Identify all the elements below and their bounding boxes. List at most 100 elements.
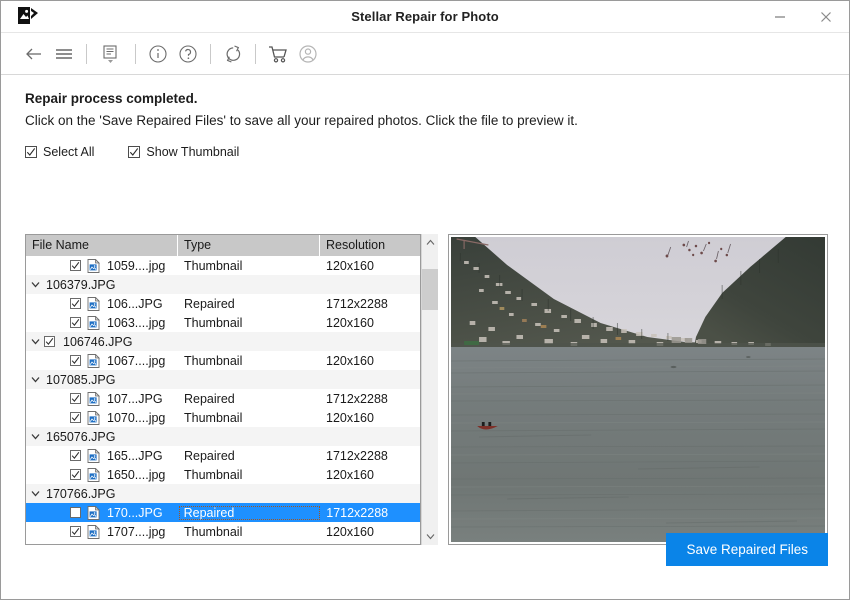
cell-type: Repaired [184,391,235,406]
table-group-row[interactable]: 106379.JPG [26,275,420,294]
table-row[interactable]: 1650....jpg Thumbnail 120x160 [26,465,420,484]
chevron-down-icon[interactable] [26,332,44,351]
row-file-name: 165...JPG [107,448,163,463]
minimize-button[interactable] [757,1,803,33]
cell-type: Thumbnail [184,258,243,273]
toolbar-divider-3 [210,43,211,64]
cell-type: Thumbnail [184,524,243,539]
cart-icon[interactable] [263,39,293,69]
options-row: Select All Show Thumbnail [25,145,825,159]
cell-file-name: 165076.JPG [26,427,178,446]
row-checkbox[interactable] [70,450,81,461]
cell-resolution: 1712x2288 [326,448,388,463]
cell-resolution: 120x160 [326,353,374,368]
toolbar-divider-4 [255,43,256,64]
row-file-name: 1070....jpg [107,410,166,425]
chevron-down-icon[interactable] [26,484,44,503]
row-checkbox[interactable] [70,526,81,537]
info-icon[interactable] [143,39,173,69]
cell-file-name: 106...JPG [26,296,178,311]
table-row[interactable]: 107...JPG Repaired 1712x2288 [26,389,420,408]
back-arrow-icon[interactable] [19,39,49,69]
cell-type: Thumbnail [184,353,243,368]
close-button[interactable] [803,1,849,33]
table-group-row[interactable]: 165076.JPG [26,427,420,446]
scrollbar-thumb[interactable] [422,269,438,310]
table-row[interactable]: 1059....jpg Thumbnail 120x160 [26,256,420,275]
row-checkbox[interactable] [70,393,81,404]
table-row[interactable]: 165...JPG Repaired 1712x2288 [26,446,420,465]
chevron-down-icon[interactable] [26,370,44,389]
row-checkbox[interactable] [44,336,55,347]
file-list-panel: File Name Type Resolution 1059....jpg Thu… [25,234,421,545]
show-thumbnail-label: Show Thumbnail [146,145,240,159]
row-checkbox[interactable] [70,469,81,480]
cell-resolution: 1712x2288 [326,505,389,520]
row-checkbox[interactable] [70,317,81,328]
row-checkbox[interactable] [70,355,81,366]
file-type-icon [87,296,100,311]
file-list-scrollbar[interactable] [421,234,438,545]
main-content: Repair process completed. Click on the '… [1,75,849,599]
app-window: Stellar Repair for Photo Repair process … [0,0,850,600]
row-checkbox[interactable] [70,507,81,518]
row-checkbox[interactable] [70,260,81,271]
toolbar [1,33,849,75]
show-thumbnail-check-icon [128,146,141,158]
scroll-up-button[interactable] [422,234,438,251]
file-type-icon [87,391,100,406]
chevron-down-icon[interactable] [26,427,44,446]
column-header-type[interactable]: Type [178,235,320,256]
cell-resolution: 1712x2288 [326,296,388,311]
hamburger-menu-icon[interactable] [49,39,79,69]
refresh-icon[interactable] [218,39,248,69]
cell-file-name: 1070....jpg [26,410,178,425]
table-row[interactable]: 1070....jpg Thumbnail 120x160 [26,408,420,427]
file-type-icon [87,315,100,330]
table-row[interactable]: 1063....jpg Thumbnail 120x160 [26,313,420,332]
file-type-icon [87,467,100,482]
select-all-label: Select All [43,145,95,159]
file-type-icon [87,410,100,425]
row-file-name: 1063....jpg [107,315,166,330]
cell-type: Thumbnail [184,467,243,482]
cell-type: Repaired [178,505,321,520]
row-file-name: 1067....jpg [107,353,166,368]
scroll-down-button[interactable] [422,528,438,545]
chevron-down-icon[interactable] [26,275,44,294]
cell-file-name: 1063....jpg [26,315,178,330]
group-file-name: 106746.JPG [63,334,133,349]
show-thumbnail-checkbox[interactable]: Show Thumbnail [128,145,239,159]
row-checkbox[interactable] [70,412,81,423]
save-repaired-files-button[interactable]: Save Repaired Files [666,533,828,566]
window-title: Stellar Repair for Photo [351,9,499,24]
scrollbar-track[interactable] [422,251,438,528]
help-icon[interactable] [173,39,203,69]
table-row[interactable]: 170...JPG Repaired 1712x2288 [26,503,420,522]
image-preview-panel [448,234,828,545]
file-type-icon [87,353,100,368]
column-header-resolution[interactable]: Resolution [320,235,420,256]
select-all-check-icon [25,146,37,158]
account-icon[interactable] [293,39,323,69]
table-group-row[interactable]: 170766.JPG [26,484,420,503]
column-header-file-name[interactable]: File Name [26,235,178,256]
group-file-name: 107085.JPG [46,372,116,387]
cell-file-name: 1707....jpg [26,524,178,539]
file-list-rows[interactable]: 1059....jpg Thumbnail 120x160 106379.JPG 106… [26,256,420,544]
table-row[interactable]: 1067....jpg Thumbnail 120x160 [26,351,420,370]
log-report-icon[interactable] [94,39,128,69]
select-all-checkbox[interactable]: Select All [25,145,128,159]
toolbar-divider-1 [86,43,87,64]
table-group-row[interactable]: 106746.JPG [26,332,420,351]
file-type-icon [87,258,100,273]
table-row[interactable]: 106...JPG Repaired 1712x2288 [26,294,420,313]
cell-type: Repaired [184,296,235,311]
row-checkbox[interactable] [70,298,81,309]
title-bar: Stellar Repair for Photo [1,1,849,33]
table-row[interactable]: 1707....jpg Thumbnail 120x160 [26,522,420,541]
table-group-row[interactable]: 107085.JPG [26,370,420,389]
window-controls [757,1,849,33]
cell-resolution: 120x160 [326,467,374,482]
group-file-name: 106379.JPG [46,277,116,292]
